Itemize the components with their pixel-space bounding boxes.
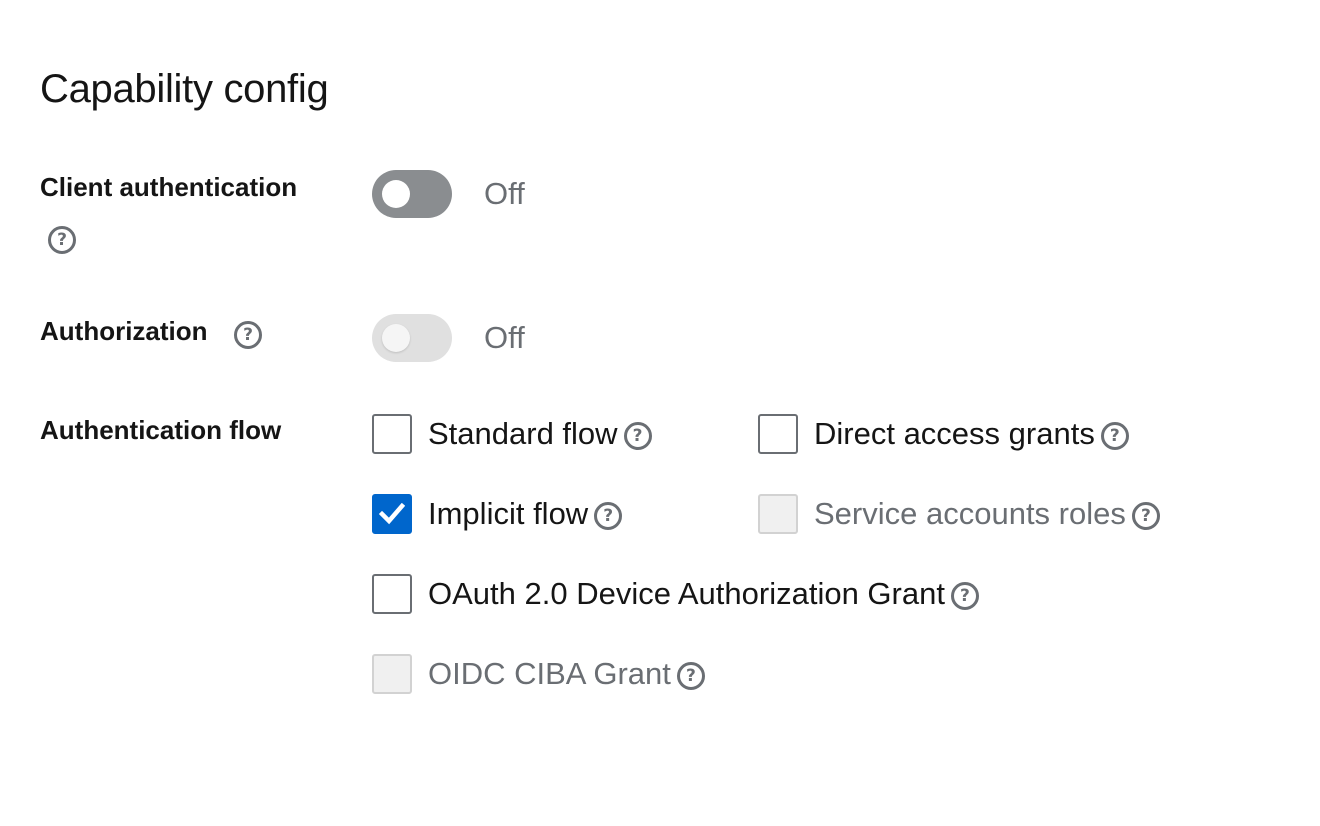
authorization-state: Off — [484, 320, 525, 355]
authorization-label: Authorization — [40, 315, 208, 347]
implicit-flow-help-icon[interactable]: ? — [594, 502, 623, 530]
option-oidc-ciba-grant: OIDC CIBA Grant ? — [372, 654, 705, 694]
oidc-ciba-grant-help-icon[interactable]: ? — [676, 662, 705, 690]
option-standard-flow[interactable]: Standard flow ? — [372, 414, 652, 454]
standard-flow-help-icon[interactable]: ? — [623, 422, 652, 450]
direct-access-grants-help-icon[interactable]: ? — [1100, 422, 1129, 450]
option-service-accounts-roles: Service accounts roles ? — [758, 494, 1160, 534]
client-authentication-switch[interactable] — [372, 170, 452, 218]
option-direct-access-grants[interactable]: Direct access grants ? — [758, 414, 1129, 454]
oidc-ciba-grant-checkbox — [372, 654, 412, 694]
option-implicit-flow[interactable]: Implicit flow ? — [372, 494, 623, 534]
client-authentication-state: Off — [484, 176, 525, 211]
oauth-device-authorization-grant-checkbox[interactable] — [372, 574, 412, 614]
standard-flow-label: Standard flow — [428, 416, 618, 451]
option-oauth-device-authorization-grant[interactable]: OAuth 2.0 Device Authorization Grant ? — [372, 574, 979, 614]
direct-access-grants-label: Direct access grants — [814, 416, 1095, 451]
service-accounts-roles-checkbox — [758, 494, 798, 534]
standard-flow-checkbox[interactable] — [372, 414, 412, 454]
authorization-help-icon[interactable]: ? — [234, 321, 262, 349]
authorization-switch[interactable] — [372, 314, 452, 362]
section-title: Capability config — [40, 67, 329, 111]
oauth-device-authorization-grant-label: OAuth 2.0 Device Authorization Grant — [428, 576, 945, 611]
switch-knob — [382, 324, 410, 352]
service-accounts-roles-label: Service accounts roles — [814, 496, 1126, 531]
service-accounts-roles-help-icon[interactable]: ? — [1131, 502, 1160, 530]
switch-knob — [382, 180, 410, 208]
implicit-flow-checkbox[interactable] — [372, 494, 412, 534]
authorization-label-text: Authorization — [40, 316, 208, 346]
checkmark-icon — [379, 503, 405, 525]
authentication-flow-label: Authentication flow — [40, 415, 282, 445]
oauth-device-authorization-grant-help-icon[interactable]: ? — [950, 582, 979, 610]
oidc-ciba-grant-label: OIDC CIBA Grant — [428, 656, 671, 691]
implicit-flow-label: Implicit flow — [428, 496, 589, 531]
client-authentication-help-icon[interactable]: ? — [48, 226, 76, 254]
direct-access-grants-checkbox[interactable] — [758, 414, 798, 454]
client-authentication-label: Client authentication — [40, 172, 298, 202]
